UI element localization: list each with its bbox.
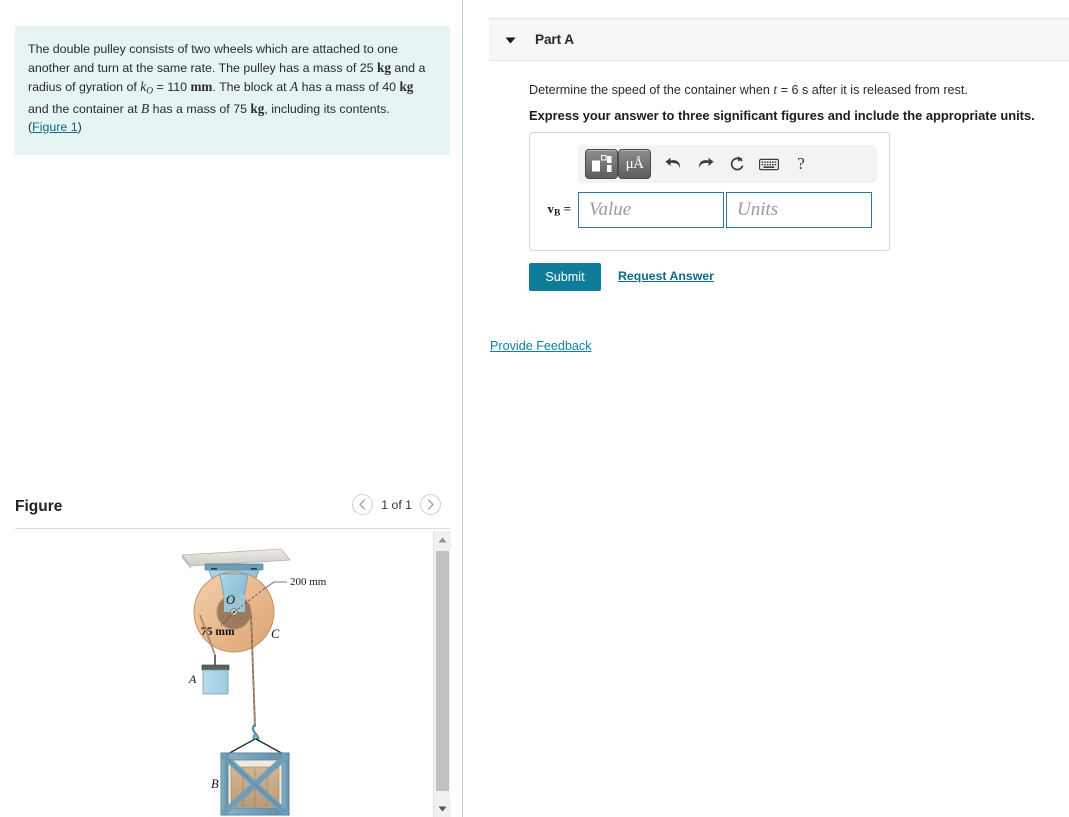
triangle-up-icon <box>438 537 447 542</box>
label-pulley-C: C <box>271 627 280 641</box>
figure-pager-label: 1 of 1 <box>381 497 412 512</box>
help-icon: ? <box>797 154 805 173</box>
problem-page: The double pulley consists of two wheels… <box>0 0 1069 817</box>
figure-viewport: 200 mm 75 mm O C A B <box>15 531 450 817</box>
problem-text-3: = 110 <box>153 80 191 95</box>
scroll-up-button[interactable] <box>434 531 451 548</box>
problem-text-9: ) <box>77 119 82 134</box>
unit-kg-block: kg <box>399 79 414 95</box>
label-center-O: O <box>226 593 235 607</box>
triangle-down-icon <box>438 806 447 811</box>
label-block-A: A <box>188 672 197 686</box>
caret-down-icon[interactable] <box>505 31 516 49</box>
question-equals: = 6 <box>777 83 799 97</box>
redo-icon <box>698 157 713 168</box>
question-text: Determine the speed of the container whe… <box>529 82 968 98</box>
problem-text-7: has a mass of 75 <box>149 102 251 117</box>
keyboard-icon <box>759 158 779 170</box>
unit-kg-container: kg <box>250 101 265 117</box>
right-pane: Part A Determine the speed of the contai… <box>463 0 1069 817</box>
answer-equals: = <box>560 201 571 217</box>
problem-text-4: . The block at <box>212 80 291 95</box>
label-outer-radius: 200 mm <box>290 576 327 588</box>
units-mu-angstrom-icon: μÅ <box>625 155 644 172</box>
variable-A: A <box>290 79 299 95</box>
answer-instruction: Express your answer to three significant… <box>529 108 1035 123</box>
problem-text-1: The double pulley consists of two wheels… <box>28 42 398 75</box>
question-prefix: Determine the speed of the container whe… <box>529 83 774 97</box>
problem-statement: The double pulley consists of two wheels… <box>15 26 450 155</box>
part-a-header[interactable]: Part A <box>489 18 1069 61</box>
chevron-right-icon <box>427 499 434 510</box>
part-a-title: Part A <box>535 32 574 47</box>
provide-feedback-link[interactable]: Provide Feedback <box>490 339 592 353</box>
question-suffix: s after it is released from rest. <box>798 83 968 97</box>
reset-icon <box>730 156 744 171</box>
answer-value-input[interactable] <box>578 192 724 228</box>
redo-button[interactable] <box>689 149 721 179</box>
pulley-diagram: 200 mm 75 mm O C A B <box>181 548 327 817</box>
answer-entry-box: μÅ ? vB = Value Units <box>529 132 890 251</box>
math-template-button[interactable] <box>585 149 618 179</box>
undo-icon <box>665 157 680 168</box>
scroll-down-button[interactable] <box>434 800 451 817</box>
left-pane: The double pulley consists of two wheels… <box>0 0 462 817</box>
figure-next-button[interactable] <box>420 494 441 515</box>
help-button[interactable]: ? <box>785 149 817 179</box>
figure-scrollbar[interactable] <box>433 531 451 817</box>
scroll-thumb[interactable] <box>436 551 449 791</box>
units-button[interactable]: μÅ <box>618 149 651 179</box>
figure-header: Figure 1 of 1 <box>15 494 450 528</box>
container-B <box>220 752 290 817</box>
request-answer-link[interactable]: Request Answer <box>618 269 714 283</box>
unit-mm: mm <box>190 79 213 95</box>
keyboard-button[interactable] <box>753 149 785 179</box>
variable-B: B <box>140 101 150 117</box>
answer-toolbar: μÅ ? <box>578 145 877 183</box>
answer-input-row: vB = <box>530 192 889 228</box>
unit-kg-pulley: kg <box>376 59 391 75</box>
chevron-left-icon <box>359 499 366 510</box>
undo-button[interactable] <box>657 149 689 179</box>
submit-button[interactable]: Submit <box>529 263 601 291</box>
answer-units-input[interactable] <box>726 192 872 228</box>
figure-prev-button[interactable] <box>352 494 374 515</box>
label-container-B: B <box>211 777 219 791</box>
block-A <box>201 664 230 695</box>
problem-text-5: has a mass of 40 <box>298 80 400 95</box>
figure-1-link[interactable]: Figure 1 <box>32 120 77 134</box>
reset-button[interactable] <box>721 149 753 179</box>
figure-divider <box>15 528 450 529</box>
figure-title: Figure <box>15 498 63 515</box>
math-template-icon <box>592 155 612 172</box>
figure-pager: 1 of 1 <box>352 494 441 515</box>
answer-variable-label: vB = <box>530 201 578 218</box>
problem-text-6: and the container at <box>28 102 141 117</box>
